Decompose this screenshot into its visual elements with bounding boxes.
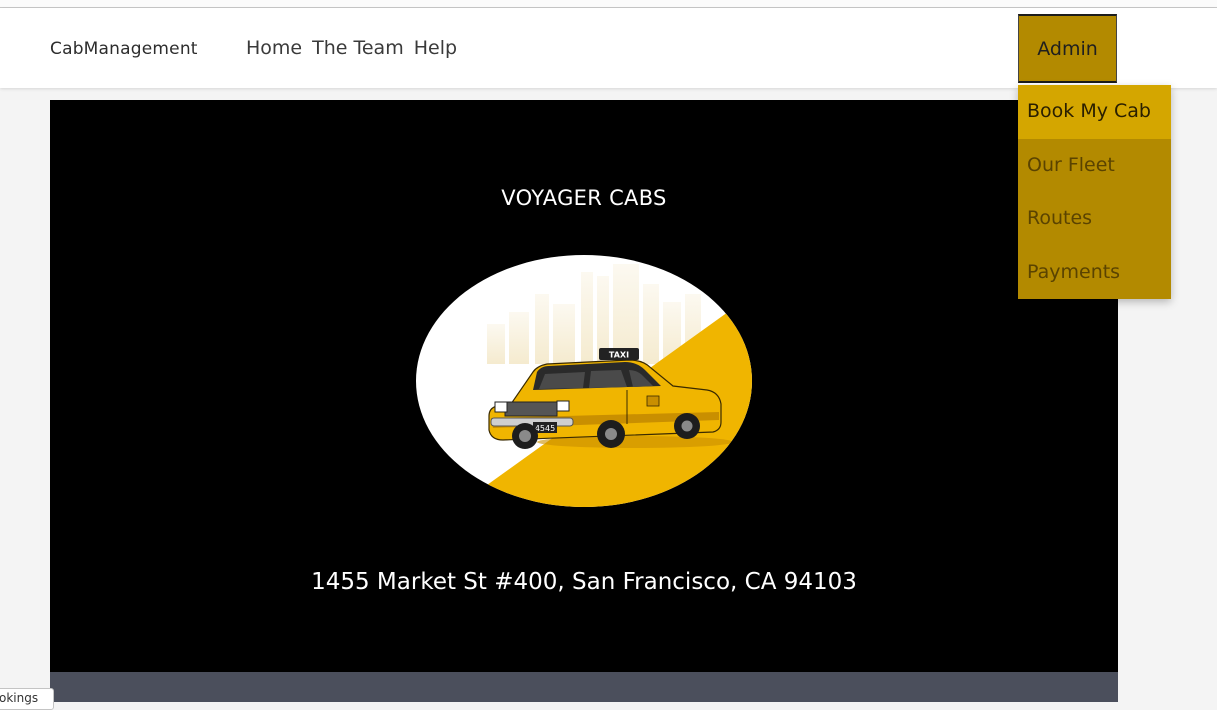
browser-top-rule (0, 0, 1217, 8)
taxi-roof-sign-text: TAXI (609, 351, 629, 360)
footer-strip (50, 672, 1118, 702)
nav-link-the-team[interactable]: The Team (312, 37, 404, 59)
dropdown-item-payments[interactable]: Payments (1018, 246, 1171, 300)
brand-link[interactable]: CabManagement (50, 39, 198, 59)
hero-banner: VOYAGER CABS 4545 TAXI 1455 Market St #4… (50, 100, 1118, 672)
dropdown-item-routes[interactable]: Routes (1018, 192, 1171, 246)
dropdown-item-book-my-cab[interactable]: Book My Cab (1018, 85, 1171, 139)
taxi-cab-illustration: 4545 TAXI (416, 255, 752, 507)
admin-dropdown-button[interactable]: Admin (1018, 14, 1117, 83)
nav-links: Home The Team Help (246, 37, 457, 59)
nav-link-help[interactable]: Help (414, 37, 457, 59)
nav-link-home[interactable]: Home (246, 37, 302, 59)
admin-dropdown-menu: Book My Cab Our Fleet Routes Payments (1018, 85, 1171, 299)
hero-title: VOYAGER CABS (501, 186, 667, 210)
hero-address: 1455 Market St #400, San Francisco, CA 9… (311, 569, 857, 595)
license-plate-text: 4545 (535, 424, 555, 433)
top-navbar: CabManagement Home The Team Help Admin (0, 8, 1217, 88)
dropdown-item-our-fleet[interactable]: Our Fleet (1018, 139, 1171, 193)
bookings-tab[interactable]: okings (0, 688, 54, 710)
